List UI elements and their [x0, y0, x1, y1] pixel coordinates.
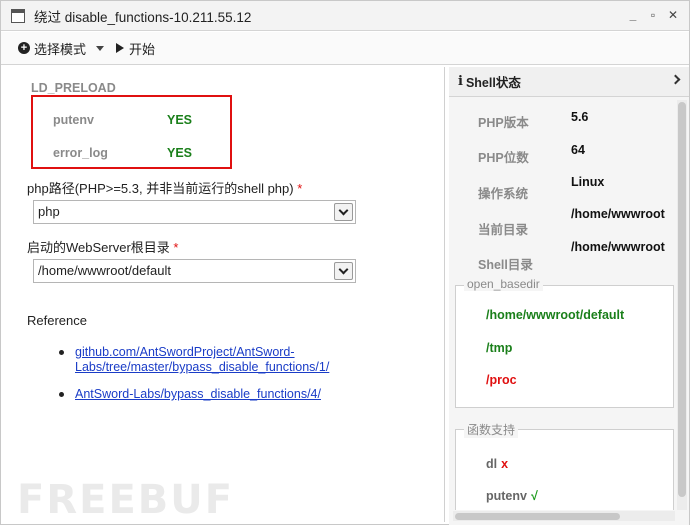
caret-down-icon[interactable] [96, 45, 105, 51]
info-label-php-bits: PHP位数 [478, 151, 529, 165]
vertical-scroll-thumb[interactable] [678, 102, 686, 497]
minimize-icon[interactable]: _ [627, 8, 639, 22]
info-label-php-version: PHP版本 [478, 116, 529, 130]
webroot-label: 启动的WebServer根目录 * [27, 240, 179, 255]
reference-title: Reference [27, 313, 87, 328]
php-path-select[interactable]: php [33, 200, 356, 224]
play-icon [116, 43, 125, 53]
shell-status-title: Shell状态 [465, 76, 521, 90]
start-label: 开始 [129, 41, 156, 57]
chevron-down-icon[interactable] [334, 262, 353, 280]
status-name-error-log: error_log [53, 146, 108, 160]
basedir-allowed-2: /tmp [486, 341, 513, 355]
info-label-os: 操作系统 [478, 187, 529, 201]
bypass-window: 绕过 disable_functions-10.211.55.12 _ ▫ ✕ … [0, 0, 690, 525]
chevron-right-icon[interactable] [670, 74, 681, 85]
maximize-icon[interactable]: ▫ [647, 8, 659, 22]
cross-icon: x [501, 457, 509, 471]
list-item: github.com/AntSwordProject/AntSword- Labs… [57, 345, 397, 375]
info-value-php-bits: 64 [571, 143, 585, 157]
info-icon: i [458, 74, 463, 89]
status-value-putenv: YES [167, 113, 193, 127]
horizontal-scrollbar[interactable] [453, 511, 675, 521]
window-title: 绕过 disable_functions-10.211.55.12 [34, 9, 252, 25]
freebuf-watermark: FREEBUF [17, 477, 235, 523]
chevron-down-icon[interactable] [334, 203, 353, 221]
info-label-shell-dir: Shell目录 [478, 258, 533, 272]
select-mode-label: 选择模式 [34, 41, 87, 57]
window-icon [11, 8, 25, 23]
function-dl: dl x [486, 457, 509, 471]
reference-list: github.com/AntSwordProject/AntSword- Labs… [57, 345, 397, 414]
plus-circle-icon: + [18, 42, 30, 54]
reference-link-1[interactable]: github.com/AntSwordProject/AntSword- Labs… [75, 345, 329, 374]
toolbar: + 选择模式 开始 [1, 32, 689, 65]
info-value-php-version: 5.6 [571, 110, 589, 124]
webroot-select[interactable]: /home/wwwroot/default [33, 259, 356, 283]
required-marker: * [173, 240, 179, 255]
info-label-cwd: 当前目录 [478, 223, 529, 237]
select-mode-button[interactable]: + 选择模式 [18, 39, 105, 58]
open-basedir-legend: open_basedir [464, 277, 543, 291]
info-value-os: Linux [571, 175, 605, 189]
php-path-value: php [38, 204, 60, 219]
status-value-error-log: YES [167, 146, 193, 160]
window-controls: _ ▫ ✕ [627, 8, 679, 22]
start-button[interactable]: 开始 [116, 39, 155, 58]
webroot-value: /home/wwwroot/default [38, 263, 171, 278]
status-name-putenv: putenv [53, 113, 94, 127]
basedir-denied-1: /proc [486, 373, 517, 387]
vertical-scrollbar[interactable] [677, 100, 687, 510]
info-value-shell-dir: /home/wwwroot [571, 240, 665, 254]
check-icon: √ [530, 489, 538, 503]
reference-link-2[interactable]: AntSword-Labs/bypass_disable_functions/4… [75, 387, 321, 401]
basedir-allowed-1: /home/wwwroot/default [486, 308, 625, 322]
bypass-form-pane: LD_PRELOAD putenv YES error_log YES php路… [5, 67, 445, 522]
function-support-group: 函数支持 dl x putenv √ [455, 421, 674, 510]
function-putenv: putenv √ [486, 489, 538, 503]
shell-status-pane: i Shell状态 PHP版本 5.6 PHP位数 64 操作系统 Linux … [449, 67, 689, 525]
info-value-cwd: /home/wwwroot [571, 207, 665, 221]
required-marker: * [297, 181, 303, 196]
shell-status-body: PHP版本 5.6 PHP位数 64 操作系统 Linux 当前目录 /home… [449, 98, 675, 510]
list-item: AntSword-Labs/bypass_disable_functions/4… [57, 387, 397, 402]
shell-status-header[interactable]: i Shell状态 [449, 67, 689, 97]
section-title: LD_PRELOAD [31, 81, 116, 95]
close-icon[interactable]: ✕ [667, 8, 679, 22]
open-basedir-group: open_basedir /home/wwwroot/default /tmp … [455, 277, 674, 408]
function-support-legend: 函数支持 [464, 421, 519, 438]
php-path-label: php路径(PHP>=5.3, 并非当前运行的shell php) * [27, 181, 303, 196]
horizontal-scroll-thumb[interactable] [455, 513, 620, 520]
title-bar: 绕过 disable_functions-10.211.55.12 _ ▫ ✕ [1, 1, 689, 31]
